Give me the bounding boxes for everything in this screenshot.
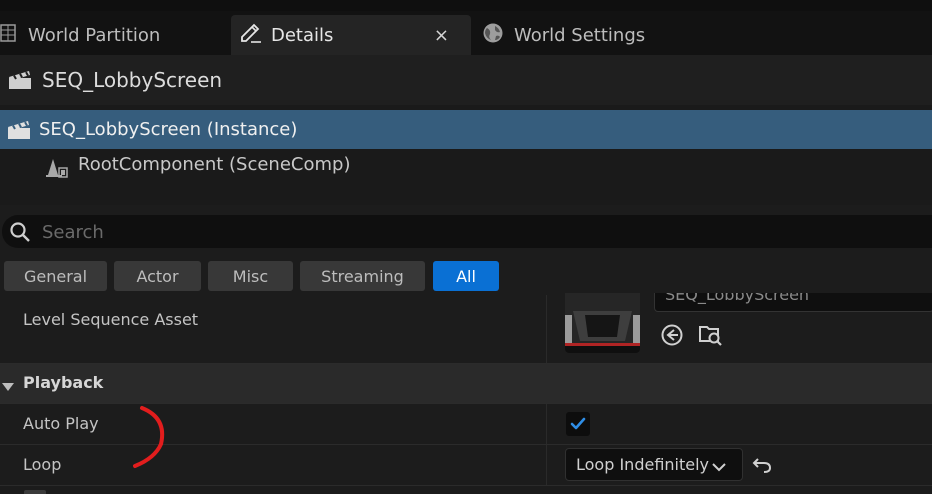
filter-streaming-button[interactable]: Streaming (300, 261, 425, 291)
column-divider (546, 404, 547, 444)
search-input[interactable] (40, 219, 904, 245)
scene-component-icon (45, 157, 69, 183)
section-playback[interactable]: Playback (0, 364, 932, 403)
search-box (2, 215, 932, 248)
tree-item-root-component[interactable]: RootComponent (SceneComp) (0, 149, 932, 185)
tab-bar: World Partition Details × World Settings (0, 11, 932, 55)
auto-play-checkbox[interactable] (566, 412, 590, 436)
property-row-level-sequence-asset: Level Sequence Asset SEQ_LobbyScreen (0, 293, 932, 363)
asset-thumbnail[interactable] (565, 293, 640, 353)
category-filters: General Actor Misc Streaming All (0, 255, 932, 295)
loop-mode-dropdown[interactable]: Loop Indefinitely (565, 448, 743, 481)
filter-general-button[interactable]: General (4, 261, 107, 291)
dropdown-value: Loop Indefinitely (576, 455, 710, 474)
filter-all-button[interactable]: All (433, 261, 499, 291)
filter-actor-button[interactable]: Actor (114, 261, 201, 291)
tab-world-settings[interactable]: World Settings (482, 15, 742, 55)
filter-misc-button[interactable]: Misc (208, 261, 293, 291)
column-divider (546, 445, 547, 485)
browse-folder-icon[interactable] (698, 323, 724, 351)
chevron-down-icon (2, 378, 14, 397)
close-tab-icon[interactable]: × (434, 25, 449, 46)
chevron-down-icon (712, 458, 726, 477)
window-top-strip (0, 0, 932, 11)
tab-label: Details (271, 24, 334, 46)
property-name: Level Sequence Asset (23, 310, 199, 329)
reset-to-default-icon[interactable] (752, 456, 772, 478)
search-bar (0, 205, 932, 255)
column-divider (546, 295, 547, 363)
world-settings-globe-icon (482, 22, 504, 49)
property-row-next (0, 486, 932, 494)
clapperboard-icon (8, 70, 32, 94)
actor-title: SEQ_LobbyScreen (42, 68, 223, 92)
asset-value: SEQ_LobbyScreen (665, 293, 810, 304)
component-tree: SEQ_LobbyScreen (Instance) RootComponent… (0, 105, 932, 205)
use-selected-arrow-icon[interactable] (661, 324, 683, 350)
world-partition-grid-icon (0, 23, 16, 48)
tree-item-label: SEQ_LobbyScreen (Instance) (39, 119, 298, 140)
actor-header: SEQ_LobbyScreen (0, 55, 932, 105)
tab-label: World Partition (28, 24, 161, 46)
section-title: Playback (23, 373, 104, 392)
property-name: Loop (23, 455, 62, 474)
search-icon (9, 221, 31, 247)
clapperboard-icon (7, 120, 31, 144)
details-pencil-icon (239, 22, 263, 49)
asset-picker-combo[interactable]: SEQ_LobbyScreen (654, 293, 932, 312)
tab-label: World Settings (514, 24, 646, 46)
tab-world-partition[interactable]: World Partition (0, 15, 228, 55)
next-row-checkbox[interactable] (24, 490, 46, 494)
annotation-mark (133, 406, 165, 468)
tab-details[interactable]: Details × (231, 15, 471, 55)
tree-item-label: RootComponent (SceneComp) (78, 154, 351, 175)
property-name: Auto Play (23, 414, 99, 433)
tree-item-instance[interactable]: SEQ_LobbyScreen (Instance) (0, 110, 932, 149)
